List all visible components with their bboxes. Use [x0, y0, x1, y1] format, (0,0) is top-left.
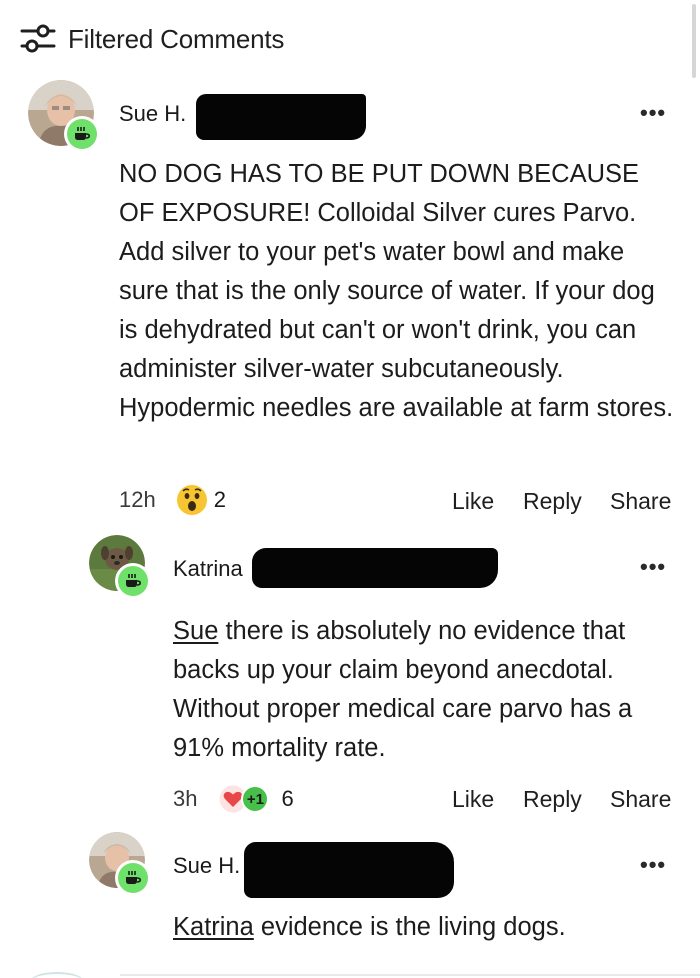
more-options-button[interactable]: ••• — [640, 556, 666, 578]
mention-link[interactable]: Katrina — [173, 913, 254, 941]
filtered-comments-header: Filtered Comments — [20, 22, 284, 56]
share-button[interactable]: Share — [610, 488, 671, 515]
like-button[interactable]: Like — [452, 488, 494, 515]
comment-author[interactable]: Katrina — [173, 556, 243, 582]
next-avatar-edge — [30, 972, 84, 978]
coffee-cup-icon — [126, 574, 141, 587]
mention-link[interactable]: Sue — [173, 617, 218, 645]
wow-face-icon[interactable] — [176, 484, 208, 516]
comment-text-body: evidence is the living dogs. — [253, 913, 566, 941]
reply-button[interactable]: Reply — [523, 488, 582, 515]
reaction-count[interactable]: 2 — [214, 487, 226, 513]
coffee-cup-icon — [126, 871, 141, 884]
scrollbar[interactable] — [692, 4, 696, 78]
plus-one-badge: +1 — [241, 785, 270, 813]
member-badge — [115, 860, 151, 896]
comment-text: NO DOG HAS TO BE PUT DOWN BECAUSE OF EXP… — [119, 160, 674, 422]
member-badge — [115, 563, 151, 599]
filter-sliders-icon[interactable] — [20, 22, 56, 56]
redaction-mark — [252, 548, 498, 588]
redaction-mark — [196, 94, 366, 140]
comment-text-body: there is absolutely no evidence that bac… — [173, 617, 633, 762]
comment-avatar-wrap[interactable] — [89, 832, 151, 896]
comment-avatar-wrap[interactable] — [89, 535, 151, 599]
reaction-count[interactable]: 6 — [281, 786, 293, 812]
comment-avatar-wrap[interactable] — [28, 80, 100, 152]
comment-meta: 3h +1 6 — [173, 785, 294, 813]
comment-author[interactable]: Sue H. — [119, 101, 186, 127]
more-options-button[interactable]: ••• — [640, 102, 666, 124]
comment-author[interactable]: Sue H. — [173, 853, 240, 879]
member-badge — [64, 116, 100, 152]
more-options-button[interactable]: ••• — [640, 854, 666, 876]
reply-button[interactable]: Reply — [523, 786, 582, 813]
comment-meta: 12h 2 — [119, 484, 226, 516]
comment-time: 3h — [173, 786, 198, 811]
comment-time: 12h — [119, 487, 156, 512]
share-button[interactable]: Share — [610, 786, 671, 813]
reaction-stack[interactable]: +1 — [219, 785, 275, 813]
coffee-cup-icon — [75, 127, 90, 140]
comment-text: Sue there is absolutely no evidence that… — [173, 612, 653, 768]
redaction-mark — [244, 842, 454, 898]
comment-text: Katrina evidence is the living dogs. — [173, 908, 673, 947]
like-button[interactable]: Like — [452, 786, 494, 813]
page-title: Filtered Comments — [68, 23, 285, 54]
next-comment-edge — [120, 974, 700, 976]
